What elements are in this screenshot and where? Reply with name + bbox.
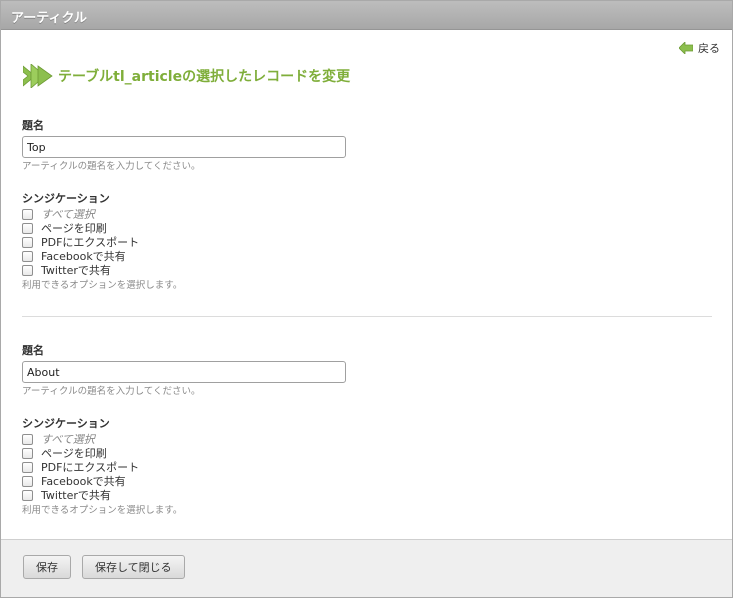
syndication-help-text: 利用できるオプションを選択します。 <box>22 280 183 291</box>
option-share-facebook[interactable]: Facebookで共有 <box>22 249 712 263</box>
checkbox[interactable] <box>22 222 33 234</box>
checkbox[interactable] <box>22 433 33 445</box>
article-window: アーティクル 戻る テーブルtl_articleの選択したレコードを変更 題名 … <box>0 0 733 598</box>
record-divider <box>22 316 712 317</box>
checkbox[interactable] <box>22 475 33 487</box>
record-form-2: 題名 アーティクルの題名を入力してください。 シンジケーション すべて選択 ペー… <box>22 344 712 517</box>
checkbox[interactable] <box>22 489 33 501</box>
title-help-text: アーティクルの題名を入力してください。 <box>22 386 201 397</box>
option-share-twitter[interactable]: Twitterで共有 <box>22 263 712 277</box>
save-button[interactable]: 保存 <box>23 555 71 579</box>
checkbox[interactable] <box>22 447 33 459</box>
option-export-pdf[interactable]: PDFにエクスポート <box>22 460 712 474</box>
record-form-1: 題名 アーティクルの題名を入力してください。 シンジケーション すべて選択 ペー… <box>22 119 712 292</box>
double-arrow-icon <box>23 64 53 88</box>
title-input[interactable] <box>22 361 346 383</box>
page-title: テーブルtl_articleの選択したレコードを変更 <box>58 69 351 85</box>
title-input[interactable] <box>22 136 346 158</box>
checkbox[interactable] <box>22 461 33 473</box>
checkbox[interactable] <box>22 264 33 276</box>
title-label: 題名 <box>22 344 44 357</box>
option-print-page[interactable]: ページを印刷 <box>22 446 712 460</box>
option-select-all[interactable]: すべて選択 <box>22 432 712 446</box>
checkbox[interactable] <box>22 250 33 262</box>
option-label: Twitterで共有 <box>41 264 111 277</box>
option-share-facebook[interactable]: Facebookで共有 <box>22 474 712 488</box>
option-share-twitter[interactable]: Twitterで共有 <box>22 488 712 502</box>
back-arrow-icon <box>679 42 693 54</box>
option-select-all[interactable]: すべて選択 <box>22 207 712 221</box>
back-link-label: 戻る <box>698 42 720 55</box>
form-footer: 保存 保存して閉じる <box>1 539 732 597</box>
checkbox[interactable] <box>22 236 33 248</box>
title-label: 題名 <box>22 119 44 132</box>
checkbox[interactable] <box>22 208 33 220</box>
syndication-label: シンジケーション <box>22 417 110 430</box>
window-title: アーティクル <box>11 11 88 26</box>
page-heading: テーブルtl_articleの選択したレコードを変更 <box>23 64 350 88</box>
save-and-close-button[interactable]: 保存して閉じる <box>82 555 185 579</box>
syndication-label: シンジケーション <box>22 192 110 205</box>
back-link[interactable]: 戻る <box>679 40 720 56</box>
title-help-text: アーティクルの題名を入力してください。 <box>22 161 201 172</box>
syndication-options: すべて選択 ページを印刷 PDFにエクスポート Facebookで共有 Twit… <box>22 207 712 277</box>
syndication-options: すべて選択 ページを印刷 PDFにエクスポート Facebookで共有 Twit… <box>22 432 712 502</box>
option-label: Twitterで共有 <box>41 489 111 502</box>
option-export-pdf[interactable]: PDFにエクスポート <box>22 235 712 249</box>
option-print-page[interactable]: ページを印刷 <box>22 221 712 235</box>
window-titlebar: アーティクル <box>1 1 732 30</box>
syndication-help-text: 利用できるオプションを選択します。 <box>22 505 183 516</box>
